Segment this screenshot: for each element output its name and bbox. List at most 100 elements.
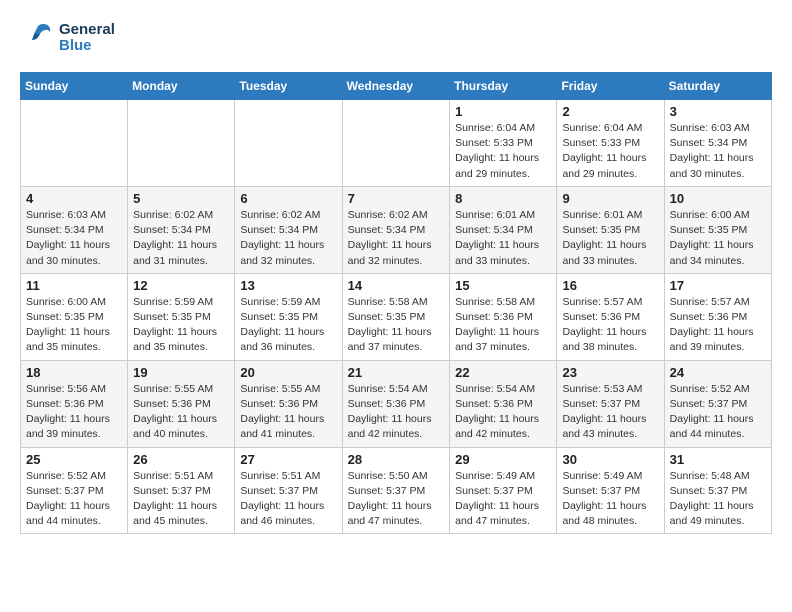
day-info: Sunrise: 6:01 AM Sunset: 5:34 PM Dayligh… [455, 208, 551, 269]
weekday-header-wednesday: Wednesday [342, 73, 450, 100]
calendar-week-5: 25 Sunrise: 5:52 AM Sunset: 5:37 PM Dayli… [21, 447, 772, 534]
calendar-cell: 2 Sunrise: 6:04 AM Sunset: 5:33 PM Daylig… [557, 100, 664, 187]
day-number: 9 [562, 191, 658, 206]
day-number: 28 [348, 452, 445, 467]
calendar-week-4: 18 Sunrise: 5:56 AM Sunset: 5:36 PM Dayli… [21, 360, 772, 447]
day-info: Sunrise: 5:50 AM Sunset: 5:37 PM Dayligh… [348, 469, 445, 530]
day-info: Sunrise: 5:51 AM Sunset: 5:37 PM Dayligh… [133, 469, 229, 530]
calendar-week-1: 1 Sunrise: 6:04 AM Sunset: 5:33 PM Daylig… [21, 100, 772, 187]
day-number: 10 [670, 191, 766, 206]
calendar-cell: 31 Sunrise: 5:48 AM Sunset: 5:37 PM Dayli… [664, 447, 771, 534]
day-info: Sunrise: 6:02 AM Sunset: 5:34 PM Dayligh… [348, 208, 445, 269]
calendar-cell: 16Sunrise: 5:57 AM Sunset: 5:36 PM Dayli… [557, 273, 664, 360]
day-info: Sunrise: 5:57 AM Sunset: 5:36 PM Dayligh… [670, 295, 766, 356]
calendar-cell: 30 Sunrise: 5:49 AM Sunset: 5:37 PM Dayli… [557, 447, 664, 534]
day-info: Sunrise: 5:51 AM Sunset: 5:37 PM Dayligh… [240, 469, 336, 530]
calendar-cell: 4 Sunrise: 6:03 AM Sunset: 5:34 PM Daylig… [21, 186, 128, 273]
day-number: 4 [26, 191, 122, 206]
day-number: 15 [455, 278, 551, 293]
day-info: Sunrise: 5:49 AM Sunset: 5:37 PM Dayligh… [455, 469, 551, 530]
day-info: Sunrise: 6:01 AM Sunset: 5:35 PM Dayligh… [562, 208, 658, 269]
calendar-cell: 23 Sunrise: 5:53 AM Sunset: 5:37 PM Dayli… [557, 360, 664, 447]
page-header: General Blue [20, 20, 772, 56]
logo-bird-icon [20, 20, 56, 56]
day-number: 17 [670, 278, 766, 293]
day-number: 19 [133, 365, 229, 380]
day-info: Sunrise: 6:04 AM Sunset: 5:33 PM Dayligh… [455, 121, 551, 182]
day-number: 13 [240, 278, 336, 293]
calendar-cell: 8 Sunrise: 6:01 AM Sunset: 5:34 PM Daylig… [450, 186, 557, 273]
calendar-week-2: 4 Sunrise: 6:03 AM Sunset: 5:34 PM Daylig… [21, 186, 772, 273]
day-info: Sunrise: 5:52 AM Sunset: 5:37 PM Dayligh… [26, 469, 122, 530]
day-number: 22 [455, 365, 551, 380]
weekday-header-saturday: Saturday [664, 73, 771, 100]
day-number: 31 [670, 452, 766, 467]
weekday-header-thursday: Thursday [450, 73, 557, 100]
logo-blue: Blue [59, 38, 115, 55]
day-number: 8 [455, 191, 551, 206]
day-info: Sunrise: 5:53 AM Sunset: 5:37 PM Dayligh… [562, 382, 658, 443]
day-info: Sunrise: 5:52 AM Sunset: 5:37 PM Dayligh… [670, 382, 766, 443]
weekday-header-friday: Friday [557, 73, 664, 100]
calendar-cell: 19 Sunrise: 5:55 AM Sunset: 5:36 PM Dayli… [128, 360, 235, 447]
calendar-cell: 15 Sunrise: 5:58 AM Sunset: 5:36 PM Dayli… [450, 273, 557, 360]
day-info: Sunrise: 5:49 AM Sunset: 5:37 PM Dayligh… [562, 469, 658, 530]
day-info: Sunrise: 5:48 AM Sunset: 5:37 PM Dayligh… [670, 469, 766, 530]
logo-general: General [59, 22, 115, 39]
day-info: Sunrise: 6:04 AM Sunset: 5:33 PM Dayligh… [562, 121, 658, 182]
day-number: 25 [26, 452, 122, 467]
weekday-header-tuesday: Tuesday [235, 73, 342, 100]
day-info: Sunrise: 5:58 AM Sunset: 5:36 PM Dayligh… [455, 295, 551, 356]
day-info: Sunrise: 6:00 AM Sunset: 5:35 PM Dayligh… [26, 295, 122, 356]
day-info: Sunrise: 5:58 AM Sunset: 5:35 PM Dayligh… [348, 295, 445, 356]
day-number: 24 [670, 365, 766, 380]
day-number: 26 [133, 452, 229, 467]
day-number: 6 [240, 191, 336, 206]
day-info: Sunrise: 6:02 AM Sunset: 5:34 PM Dayligh… [240, 208, 336, 269]
calendar-cell: 11Sunrise: 6:00 AM Sunset: 5:35 PM Dayli… [21, 273, 128, 360]
calendar-cell: 13Sunrise: 5:59 AM Sunset: 5:35 PM Dayli… [235, 273, 342, 360]
calendar-week-3: 11Sunrise: 6:00 AM Sunset: 5:35 PM Dayli… [21, 273, 772, 360]
weekday-header-sunday: Sunday [21, 73, 128, 100]
day-number: 20 [240, 365, 336, 380]
day-info: Sunrise: 5:57 AM Sunset: 5:36 PM Dayligh… [562, 295, 658, 356]
day-number: 18 [26, 365, 122, 380]
day-number: 12 [133, 278, 229, 293]
day-number: 29 [455, 452, 551, 467]
weekday-header-monday: Monday [128, 73, 235, 100]
calendar-header-row: SundayMondayTuesdayWednesdayThursdayFrid… [21, 73, 772, 100]
day-number: 5 [133, 191, 229, 206]
day-info: Sunrise: 5:54 AM Sunset: 5:36 PM Dayligh… [348, 382, 445, 443]
calendar-cell: 27Sunrise: 5:51 AM Sunset: 5:37 PM Dayli… [235, 447, 342, 534]
day-info: Sunrise: 6:03 AM Sunset: 5:34 PM Dayligh… [26, 208, 122, 269]
calendar-cell: 9 Sunrise: 6:01 AM Sunset: 5:35 PM Daylig… [557, 186, 664, 273]
calendar-cell [128, 100, 235, 187]
calendar-cell: 21 Sunrise: 5:54 AM Sunset: 5:36 PM Dayli… [342, 360, 450, 447]
logo: General Blue [20, 20, 115, 56]
day-number: 3 [670, 104, 766, 119]
day-info: Sunrise: 5:55 AM Sunset: 5:36 PM Dayligh… [240, 382, 336, 443]
day-number: 23 [562, 365, 658, 380]
calendar-cell: 7Sunrise: 6:02 AM Sunset: 5:34 PM Daylig… [342, 186, 450, 273]
day-number: 14 [348, 278, 445, 293]
calendar-cell: 18 Sunrise: 5:56 AM Sunset: 5:36 PM Dayli… [21, 360, 128, 447]
calendar-cell: 20 Sunrise: 5:55 AM Sunset: 5:36 PM Dayli… [235, 360, 342, 447]
calendar-cell: 26 Sunrise: 5:51 AM Sunset: 5:37 PM Dayli… [128, 447, 235, 534]
day-info: Sunrise: 5:59 AM Sunset: 5:35 PM Dayligh… [133, 295, 229, 356]
calendar-cell: 10Sunrise: 6:00 AM Sunset: 5:35 PM Dayli… [664, 186, 771, 273]
day-number: 30 [562, 452, 658, 467]
day-info: Sunrise: 5:56 AM Sunset: 5:36 PM Dayligh… [26, 382, 122, 443]
calendar-cell [342, 100, 450, 187]
calendar-table: SundayMondayTuesdayWednesdayThursdayFrid… [20, 72, 772, 534]
day-number: 2 [562, 104, 658, 119]
calendar-cell: 3Sunrise: 6:03 AM Sunset: 5:34 PM Daylig… [664, 100, 771, 187]
calendar-cell: 12 Sunrise: 5:59 AM Sunset: 5:35 PM Dayli… [128, 273, 235, 360]
day-number: 1 [455, 104, 551, 119]
day-number: 21 [348, 365, 445, 380]
calendar-body: 1 Sunrise: 6:04 AM Sunset: 5:33 PM Daylig… [21, 100, 772, 534]
day-info: Sunrise: 5:55 AM Sunset: 5:36 PM Dayligh… [133, 382, 229, 443]
calendar-cell: 5Sunrise: 6:02 AM Sunset: 5:34 PM Daylig… [128, 186, 235, 273]
calendar-cell: 24 Sunrise: 5:52 AM Sunset: 5:37 PM Dayli… [664, 360, 771, 447]
calendar-cell: 25 Sunrise: 5:52 AM Sunset: 5:37 PM Dayli… [21, 447, 128, 534]
calendar-cell: 29 Sunrise: 5:49 AM Sunset: 5:37 PM Dayli… [450, 447, 557, 534]
